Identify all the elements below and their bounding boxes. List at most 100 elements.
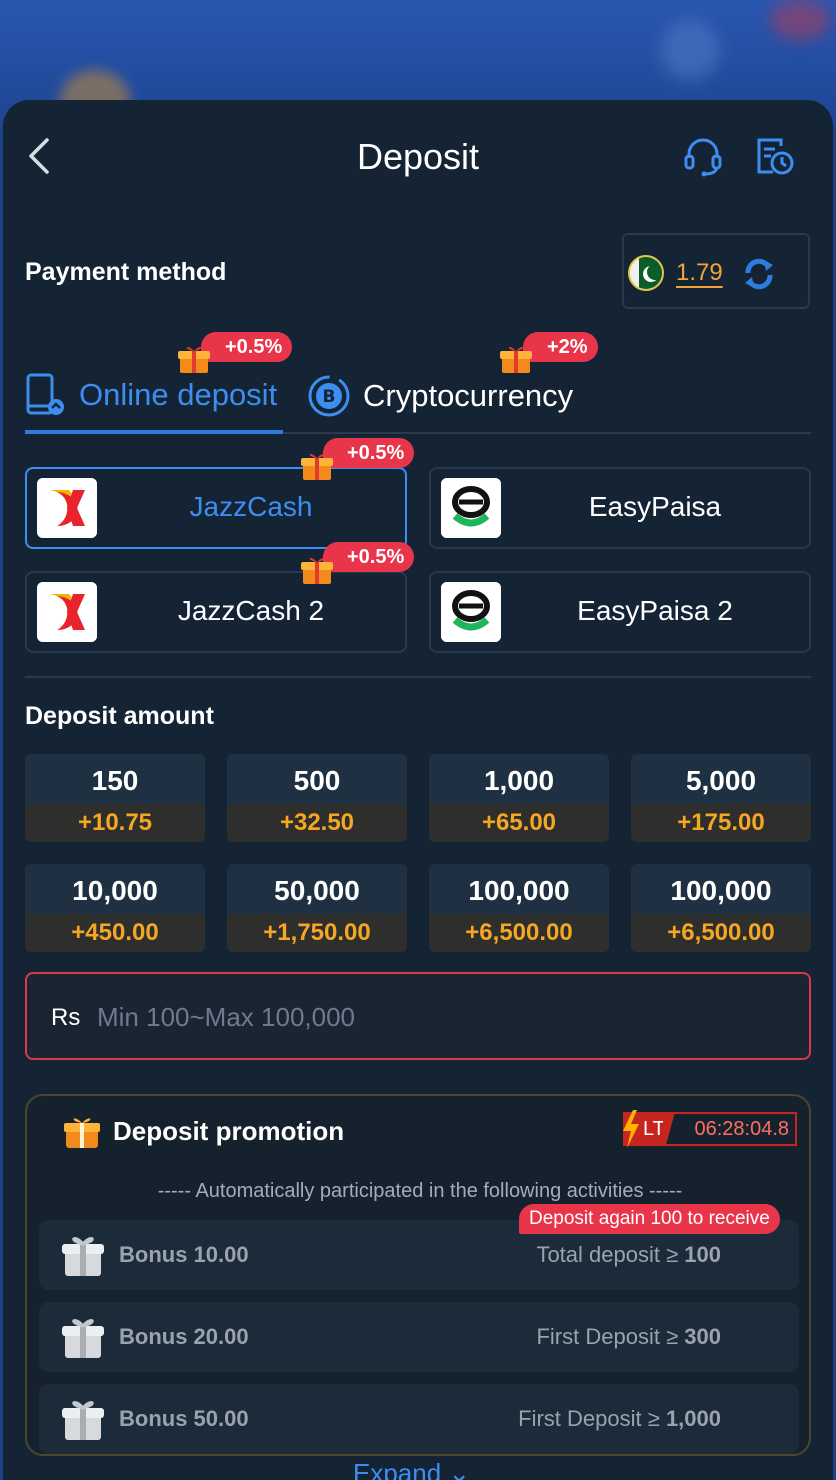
amount-value: 500 [293, 765, 341, 796]
gift-icon [301, 557, 333, 584]
deposit-again-badge: Deposit again 100 to receive [519, 1204, 780, 1234]
promotion-subtitle: ----- Automatically participated in the … [157, 1180, 683, 1202]
amount-option[interactable]: 50,000 +1,750.00 [227, 864, 407, 952]
method-name: EasyPaisa 2 [577, 595, 733, 626]
divider [25, 676, 811, 678]
amount-option[interactable]: 10,000 +450.00 [25, 864, 205, 952]
amount-bonus: +6,500.00 [429, 914, 609, 952]
amount-option[interactable]: 5,000 +175.00 [631, 754, 811, 842]
bonus-name: Bonus 20.00 [119, 1324, 249, 1349]
background-decoration [660, 20, 720, 80]
expand-label: Expand [353, 1458, 442, 1480]
amount-bonus: +450.00 [25, 914, 205, 952]
amount-option[interactable]: 100,000 +6,500.00 [631, 864, 811, 952]
headset-icon [684, 138, 722, 177]
method-easypaisa[interactable]: EasyPaisa [429, 467, 811, 549]
jazzcash-logo-icon [37, 582, 97, 642]
background-decoration [770, 0, 830, 40]
promotion-title: Deposit promotion [113, 1116, 345, 1146]
countdown-box: LT 06:28:04.8 [623, 1110, 799, 1148]
amount-value: 1,000 [483, 765, 555, 796]
amount-value: 100,000 [670, 875, 772, 906]
method-easypaisa-2[interactable]: EasyPaisa 2 [429, 571, 811, 653]
amount-option[interactable]: 100,000 +6,500.00 [429, 864, 609, 952]
balance-value[interactable]: 1.79 [676, 259, 723, 287]
amount-bonus: +32.50 [227, 804, 407, 842]
bonus-badge: +0.5% [201, 332, 293, 362]
tab-online-deposit[interactable]: Online deposit [25, 360, 283, 434]
requirement-label: First Deposit ≥ [536, 1324, 679, 1349]
method-name: JazzCash [189, 491, 313, 522]
lightning-icon [623, 1110, 639, 1148]
currency-label: Rs [51, 1004, 81, 1031]
bonus-requirement: First Deposit ≥ 1,000 [518, 1406, 721, 1432]
gift-box-icon [62, 1319, 104, 1358]
header: Deposit [3, 100, 833, 212]
easypaisa-logo-icon [441, 582, 501, 642]
requirement-value: 300 [684, 1324, 721, 1349]
amount-option[interactable]: 150 +10.75 [25, 754, 205, 842]
amount-bonus: +1,750.00 [227, 914, 407, 952]
requirement-label: First Deposit ≥ [518, 1406, 660, 1431]
bonus-requirement: Total deposit ≥ 100 [536, 1242, 721, 1268]
countdown-timer: 06:28:04.8 [663, 1112, 797, 1146]
tab-cryptocurrency[interactable]: B Cryptocurrency [307, 360, 573, 432]
bonus-requirement: First Deposit ≥ 300 [536, 1324, 721, 1350]
bonus-badge: +0.5% [323, 438, 415, 468]
amount-bonus: +10.75 [25, 804, 205, 842]
deposit-sheet: Deposit Payment method 1.79 Online depos… [3, 100, 833, 1480]
amount-input[interactable] [97, 994, 787, 1040]
deposit-amount-label: Deposit amount [25, 702, 214, 730]
bonus-row: Bonus 50.00 First Deposit ≥ 1,000 [39, 1384, 799, 1454]
amount-bonus: +6,500.00 [631, 914, 811, 952]
amount-value: 100,000 [468, 875, 570, 906]
expand-button[interactable]: Expand ⌄ [353, 1458, 470, 1480]
amount-input-box: Rs [25, 972, 811, 1060]
jazzcash-logo-icon [37, 478, 97, 538]
phone-deposit-icon [26, 373, 64, 415]
chevron-down-icon: ⌄ [448, 1458, 471, 1480]
amount-bonus: +65.00 [429, 804, 609, 842]
bonus-row: Bonus 20.00 First Deposit ≥ 300 [39, 1302, 799, 1372]
gift-icon [178, 346, 210, 373]
bonus-badge: +0.5% [323, 542, 415, 572]
easypaisa-logo-icon [441, 478, 501, 538]
balance-box: 1.79 [622, 233, 810, 309]
bonus-name: Bonus 50.00 [119, 1406, 249, 1431]
method-name: EasyPaisa [588, 491, 722, 522]
gift-box-icon [62, 1237, 104, 1276]
gift-icon [301, 453, 333, 480]
amount-value: 50,000 [274, 875, 360, 906]
bitcoin-icon: B [308, 375, 350, 417]
method-jazzcash-2[interactable]: JazzCash 2 [25, 571, 407, 653]
refresh-button[interactable] [742, 257, 776, 291]
support-button[interactable] [681, 134, 725, 178]
gift-box-icon [62, 1401, 104, 1440]
method-name: JazzCash 2 [177, 595, 325, 626]
requirement-value: 100 [684, 1242, 721, 1267]
tab-label: Online deposit [79, 377, 278, 412]
requirement-label: Total deposit ≥ [536, 1242, 679, 1267]
bonus-badge: +2% [523, 332, 598, 362]
refresh-icon [745, 258, 773, 290]
pakistan-flag-icon [628, 255, 664, 291]
deposit-tabs: Online deposit B Cryptocurrency [25, 360, 811, 434]
amount-value: 150 [91, 765, 139, 796]
amount-option[interactable]: 500 +32.50 [227, 754, 407, 842]
method-jazzcash[interactable]: JazzCash [25, 467, 407, 549]
gift-icon [500, 346, 532, 373]
history-icon [757, 138, 794, 175]
payment-method-label: Payment method [25, 258, 227, 286]
svg-text:B: B [323, 387, 336, 407]
amount-value: 5,000 [685, 765, 757, 796]
deposit-promotion: Deposit promotion LT 06:28:04.8 ----- Au… [25, 1094, 811, 1456]
amount-bonus: +175.00 [631, 804, 811, 842]
bonus-name: Bonus 10.00 [119, 1242, 249, 1267]
requirement-value: 1,000 [665, 1406, 721, 1431]
amount-value: 10,000 [72, 875, 158, 906]
history-button[interactable] [751, 134, 795, 178]
tab-label: Cryptocurrency [363, 378, 574, 413]
gift-icon [64, 1118, 100, 1148]
bonus-row: Bonus 10.00 Total deposit ≥ 100 Deposit … [39, 1204, 799, 1290]
amount-option[interactable]: 1,000 +65.00 [429, 754, 609, 842]
